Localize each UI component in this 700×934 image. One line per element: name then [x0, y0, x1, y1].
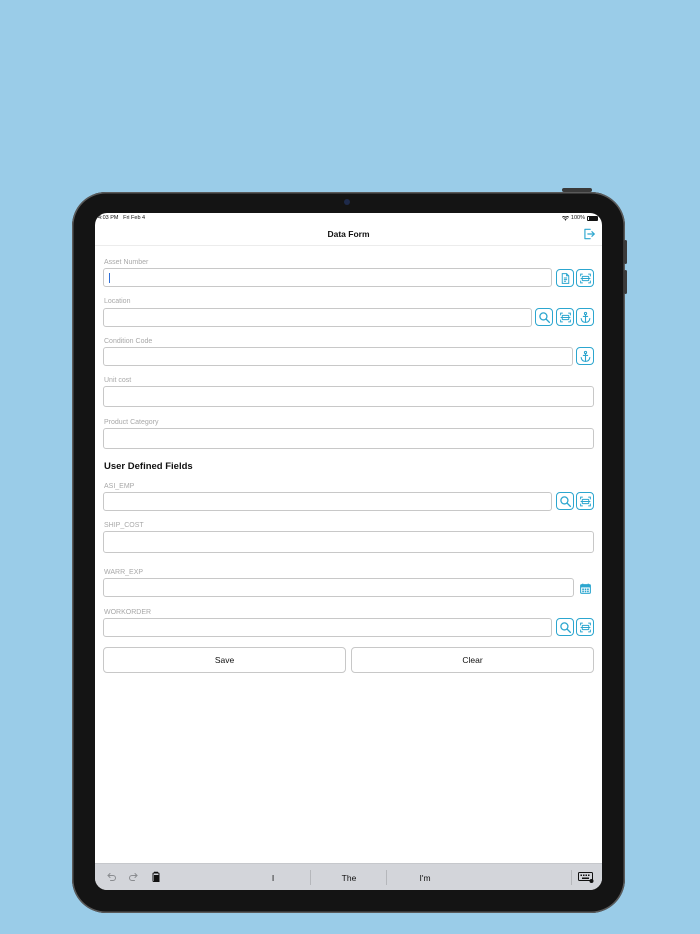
barcode-scan-button[interactable]	[576, 269, 594, 287]
condition-anchor-button[interactable]	[576, 347, 594, 365]
suggestion-1[interactable]: I	[248, 873, 298, 883]
search-icon	[538, 311, 550, 323]
clear-button[interactable]: Clear	[351, 647, 594, 673]
product-category-input[interactable]	[103, 428, 594, 449]
workorder-label: WORKORDER	[104, 609, 152, 616]
asi-emp-input[interactable]	[103, 492, 552, 511]
asi-emp-search-button[interactable]	[556, 492, 574, 510]
anchor-icon	[580, 350, 590, 362]
status-date: Fri Feb 4	[123, 215, 146, 221]
suggestion-2[interactable]: The	[324, 873, 374, 883]
undo-icon[interactable]	[106, 871, 118, 883]
asset-number-label: Asset Number	[104, 259, 149, 266]
warr-exp-label: WARR_EXP	[104, 569, 144, 576]
scanner-icon	[579, 622, 591, 632]
scanner-icon	[579, 496, 591, 506]
app-screen: 4:03 PM Fri Feb 4 100% Data Form Asset N…	[95, 213, 602, 890]
status-time: 4:03 PM	[98, 215, 119, 221]
save-button[interactable]: Save	[103, 647, 346, 673]
location-anchor-button[interactable]	[576, 308, 594, 326]
unit-cost-label: Unit cost	[104, 377, 132, 384]
asi-emp-scan-button[interactable]	[576, 492, 594, 510]
udf-section-title: User Defined Fields	[104, 461, 193, 472]
suggestion-divider	[310, 870, 311, 885]
anchor-icon	[580, 311, 590, 323]
redo-icon[interactable]	[127, 871, 139, 883]
workorder-search-button[interactable]	[556, 618, 574, 636]
document-scan-button[interactable]	[556, 269, 574, 287]
volume-down-button	[624, 270, 627, 294]
calendar-button[interactable]	[576, 579, 594, 597]
calendar-icon	[579, 583, 591, 594]
unit-cost-input[interactable]	[103, 386, 594, 407]
location-search-button[interactable]	[535, 308, 553, 326]
product-category-label: Product Category	[104, 419, 159, 426]
front-camera	[344, 199, 350, 205]
search-icon	[559, 621, 571, 633]
keyboard-shortcut-bar: I The I'm	[95, 863, 602, 890]
status-bar: 4:03 PM Fri Feb 4 100%	[95, 213, 602, 223]
suggestion-divider	[386, 870, 387, 885]
page-title: Data Form	[327, 229, 370, 239]
ship-cost-input[interactable]	[103, 531, 594, 553]
volume-up-button	[624, 240, 627, 264]
battery-icon	[587, 215, 598, 221]
condition-code-label: Condition Code	[104, 338, 153, 345]
text-caret	[109, 273, 110, 283]
workorder-input[interactable]	[103, 618, 552, 637]
scanner-icon	[579, 273, 591, 283]
asset-number-input[interactable]	[103, 268, 552, 287]
power-button	[562, 188, 592, 192]
condition-code-input[interactable]	[103, 347, 573, 366]
workorder-scan-button[interactable]	[576, 618, 594, 636]
suggestion-divider	[571, 870, 572, 885]
location-label: Location	[104, 298, 131, 305]
logout-icon[interactable]	[582, 227, 596, 241]
location-scan-button[interactable]	[556, 308, 574, 326]
battery-percent: 100%	[570, 215, 585, 221]
keyboard-icon[interactable]	[578, 872, 594, 883]
scanner-icon	[559, 312, 571, 322]
ship-cost-label: SHIP_COST	[104, 522, 144, 529]
warr-exp-input[interactable]	[103, 578, 574, 597]
search-icon	[559, 495, 571, 507]
suggestion-3[interactable]: I'm	[400, 873, 450, 883]
wifi-icon	[561, 215, 569, 221]
document-icon	[561, 272, 569, 284]
asi-emp-label: ASI_EMP	[104, 483, 135, 490]
paste-icon[interactable]	[150, 871, 162, 883]
navigation-bar: Data Form	[95, 225, 602, 246]
location-input[interactable]	[103, 308, 532, 327]
